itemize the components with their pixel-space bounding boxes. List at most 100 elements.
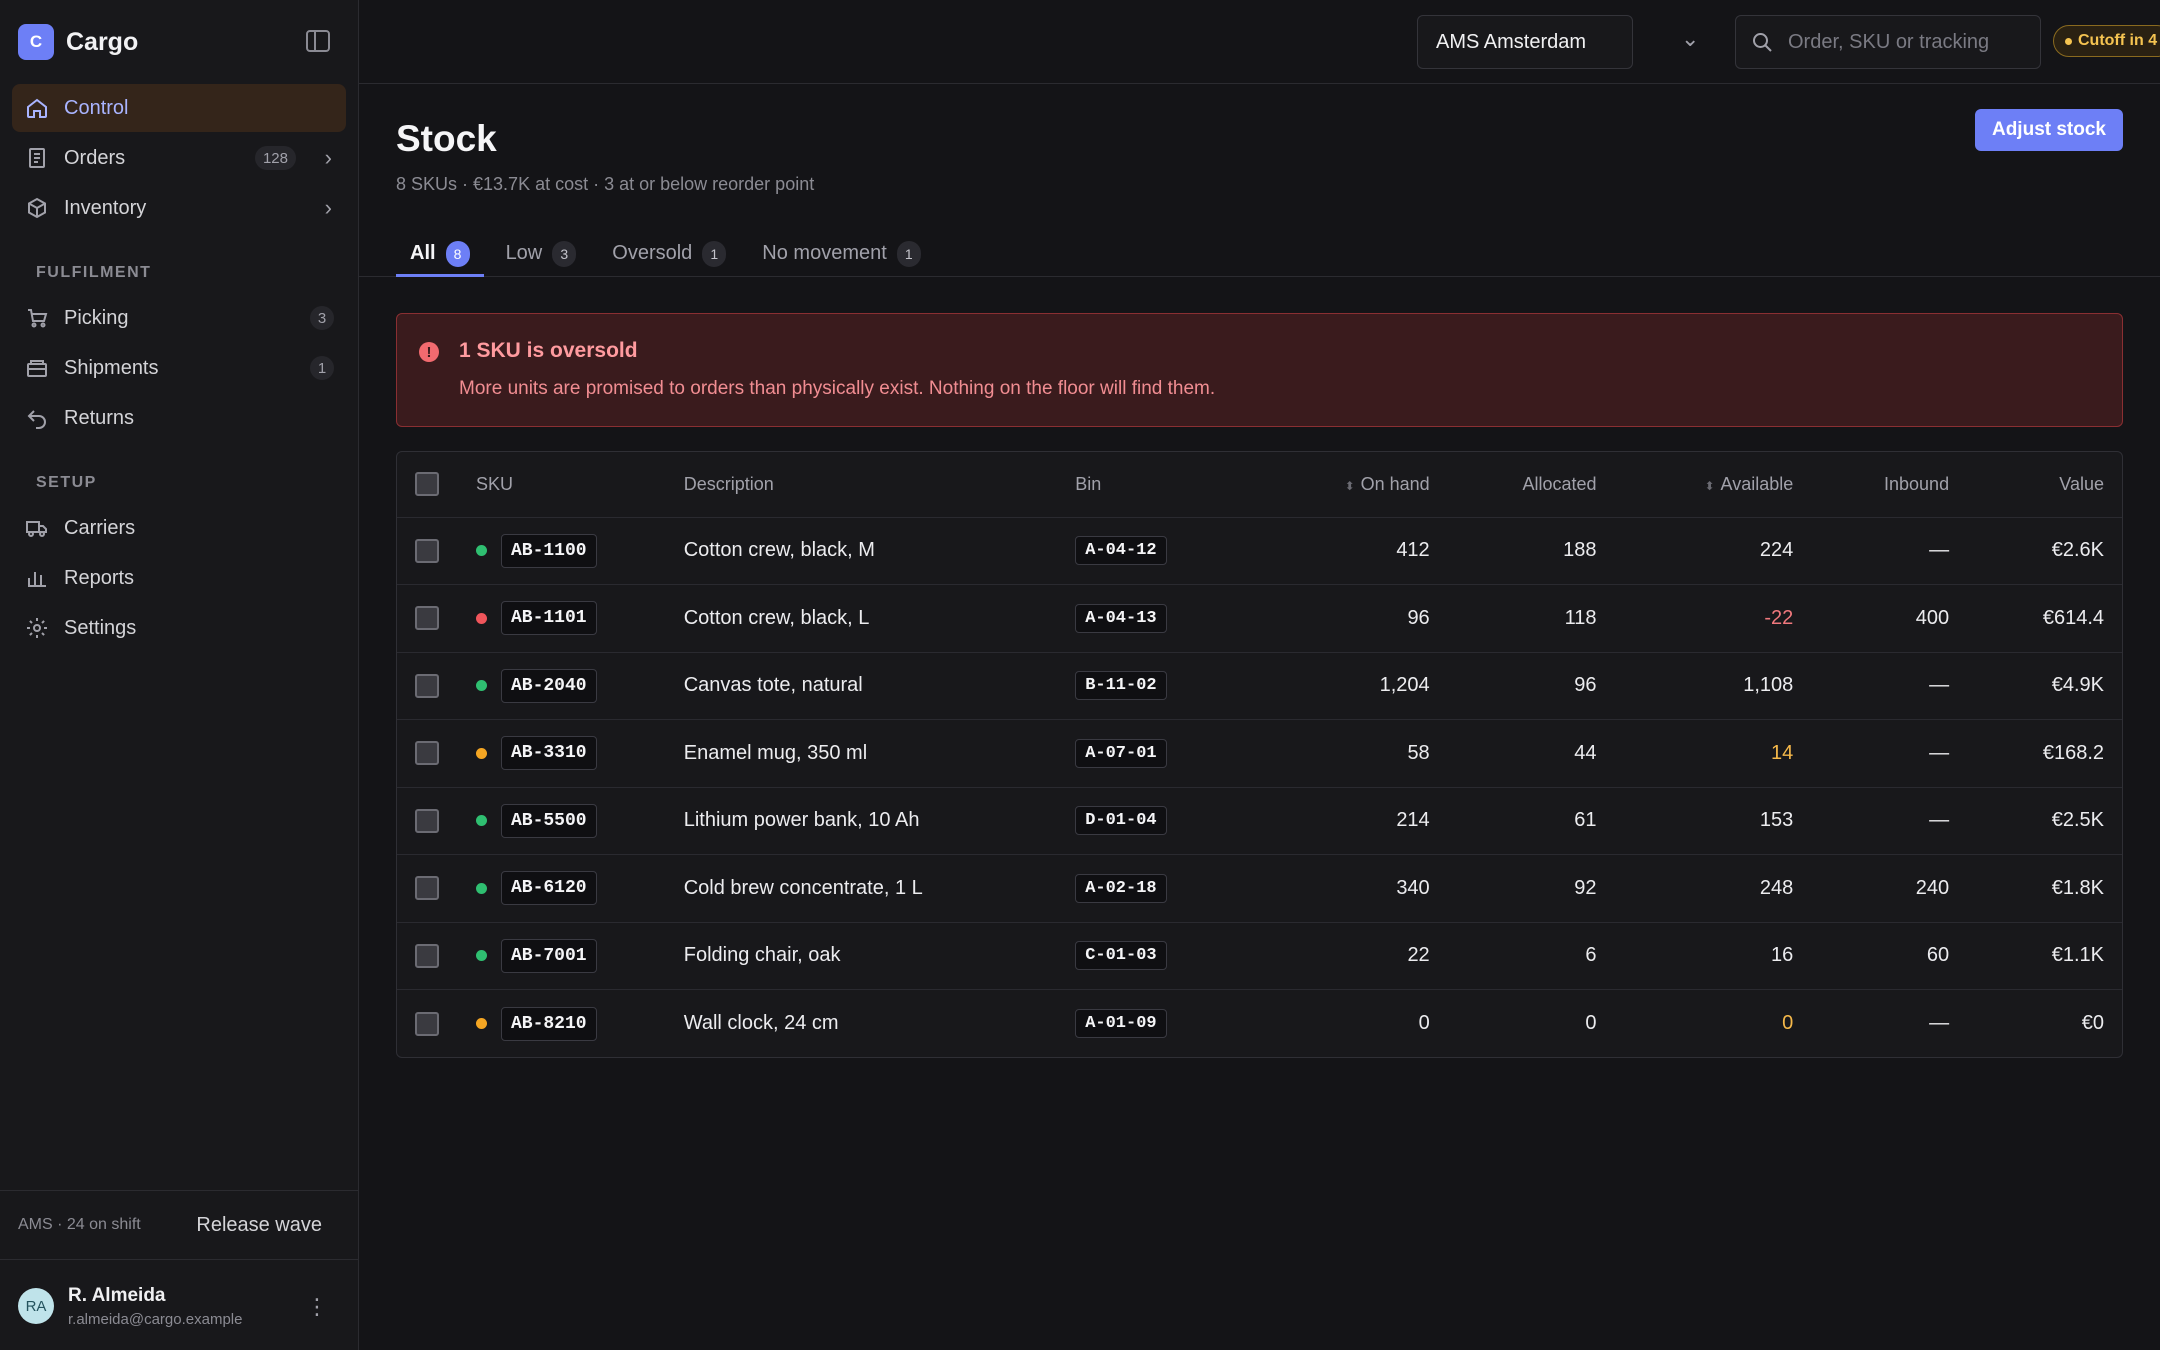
col-value[interactable]: Value (1949, 452, 2122, 517)
nav-item-picking[interactable]: Picking 3 (12, 294, 346, 342)
tab-all[interactable]: All 8 (396, 230, 484, 277)
brand[interactable]: C Cargo (0, 0, 358, 84)
sku-code[interactable]: AB-8210 (500, 1006, 597, 1041)
tab-oversold[interactable]: Oversold 1 (598, 230, 740, 277)
row-checkbox[interactable] (415, 876, 439, 901)
tab-count: 8 (445, 240, 470, 267)
topbar: AMS Amsterdam ⌄ Cutoff in 4 (359, 0, 2160, 84)
table-row[interactable]: AB-2040 Canvas tote, natural B-11-02 1,204 9… (397, 652, 2122, 720)
value-cell: €1.1K (2051, 944, 2104, 967)
allocated-cell: 188 (1563, 539, 1597, 562)
sku-code[interactable]: AB-6120 (500, 871, 597, 906)
status-dot (475, 747, 487, 759)
nav-item-orders[interactable]: Orders 128 › (12, 134, 346, 182)
allocated-cell: 96 (1574, 674, 1597, 697)
nav-item-shipments[interactable]: Shipments 1 (12, 344, 346, 392)
description-cell: Folding chair, oak (683, 944, 841, 967)
truck-icon (24, 515, 50, 541)
col-on-hand[interactable]: ⬍ On hand (1235, 452, 1430, 517)
nav-label: Shipments (64, 356, 159, 379)
sku-code[interactable]: AB-1100 (500, 533, 597, 568)
sku-code[interactable]: AB-7001 (500, 938, 597, 973)
status-dot (475, 545, 487, 557)
filter-tabs: All 8 Low 3 Oversold 1 No movement 1 (396, 230, 943, 277)
col-available[interactable]: ⬍ Available (1597, 452, 1793, 517)
row-checkbox[interactable] (415, 673, 439, 698)
tab-no-movement[interactable]: No movement 1 (748, 230, 935, 277)
table-row[interactable]: AB-7001 Folding chair, oak C-01-03 22 6 16 60 €… (397, 922, 2122, 990)
sort-icon: ⬍ (1704, 478, 1715, 493)
bin-code: A-02-18 (1075, 873, 1167, 903)
nav-label: Reports (64, 566, 135, 589)
description-cell: Lithium power bank, 10 Ah (683, 809, 920, 832)
more-vertical-icon[interactable]: ⋮ (306, 1294, 328, 1320)
on-hand-cell: 340 (1396, 876, 1430, 899)
stock-table: SKU Description Bin ⬍ On hand Allocated ⬍… (396, 451, 2123, 1058)
available-cell: 14 (1771, 741, 1794, 764)
inbound-cell: — (1929, 1012, 1950, 1034)
table-row[interactable]: AB-3310 Enamel mug, 350 ml A-07-01 58 44 14 — €… (397, 719, 2122, 788)
nav-item-settings[interactable]: Settings (12, 604, 346, 652)
page-subtitle: 8 SKUs · €13.7K at cost · 3 at or below … (396, 174, 815, 194)
table-row[interactable]: AB-5500 Lithium power bank, 10 Ah D-01-04 2… (397, 787, 2122, 855)
search-input[interactable] (1788, 30, 2018, 54)
select-all-checkbox[interactable] (415, 472, 439, 497)
user-card[interactable]: RA R. Almeida r.almeida@cargo.example ⋮ (0, 1262, 358, 1350)
row-checkbox[interactable] (415, 808, 439, 833)
tab-low[interactable]: Low 3 (492, 230, 591, 277)
available-cell: 153 (1759, 809, 1794, 832)
adjust-stock-button[interactable]: Adjust stock (1975, 109, 2123, 151)
status-dot (475, 612, 487, 624)
main-content: AMS Amsterdam ⌄ Cutoff in 4 Stock 8 SKUs… (359, 0, 2160, 1350)
table-header: SKU Description Bin ⬍ On hand Allocated ⬍… (397, 452, 2122, 517)
tab-label: Oversold (612, 242, 693, 264)
allocated-cell: 44 (1574, 741, 1597, 764)
value-cell: €4.9K (2051, 674, 2104, 697)
search-box[interactable] (1735, 15, 2041, 69)
nav-item-inventory[interactable]: Inventory › (12, 184, 346, 232)
nav-label: Settings (64, 616, 137, 639)
on-hand-cell: 58 (1407, 741, 1430, 764)
col-bin[interactable]: Bin (1075, 452, 1235, 517)
status-dot (475, 882, 487, 894)
nav-label: Carriers (64, 516, 136, 539)
nav-item-carriers[interactable]: Carriers (12, 504, 346, 552)
status-dot (475, 1018, 487, 1029)
description-cell: Cotton crew, black, L (683, 606, 870, 629)
inbound-cell: 60 (1926, 944, 1950, 967)
table-row[interactable]: AB-6120 Cold brew concentrate, 1 L A-02-18… (397, 854, 2122, 923)
table-row[interactable]: AB-1100 Cotton crew, black, M A-04-12 412 18… (397, 517, 2122, 585)
allocated-cell: 61 (1574, 809, 1597, 832)
nav-item-returns[interactable]: Returns (12, 394, 346, 442)
nav-section-fulfilment: FULFILMENT (36, 264, 152, 281)
row-checkbox[interactable] (415, 741, 439, 766)
chevron-down-icon[interactable]: ⌄ (1681, 26, 1699, 52)
col-allocated[interactable]: Allocated (1430, 452, 1596, 517)
bin-code: A-04-13 (1075, 603, 1167, 633)
sku-code[interactable]: AB-3310 (500, 736, 597, 771)
user-name: R. Almeida (68, 1284, 166, 1306)
nav-item-control[interactable]: Control (12, 84, 346, 132)
row-checkbox[interactable] (415, 943, 439, 968)
bar-chart-icon (24, 565, 50, 591)
col-sku[interactable]: SKU (455, 452, 684, 517)
on-hand-cell: 412 (1396, 539, 1430, 562)
sku-code[interactable]: AB-2040 (500, 668, 597, 703)
nav-item-reports[interactable]: Reports (12, 554, 346, 602)
row-checkbox[interactable] (415, 538, 439, 563)
table-row[interactable]: AB-8210 Wall clock, 24 cm A-01-09 0 0 0 — €0 (397, 989, 2122, 1058)
col-description[interactable]: Description (684, 452, 1075, 517)
status-dot (475, 680, 487, 692)
site-select[interactable]: AMS Amsterdam (1417, 15, 1633, 69)
row-checkbox[interactable] (415, 1011, 439, 1036)
sku-code[interactable]: AB-1101 (500, 601, 597, 636)
value-cell: €2.5K (2051, 809, 2104, 832)
sku-code[interactable]: AB-5500 (500, 803, 597, 838)
sidebar-toggle-icon[interactable] (306, 30, 330, 52)
row-checkbox[interactable] (415, 606, 439, 631)
chevron-right-icon: › (324, 195, 332, 220)
release-wave-button[interactable]: Release wave (196, 1214, 340, 1237)
col-inbound[interactable]: Inbound (1793, 452, 1949, 517)
sidebar-footer: AMS · 24 on shift Release wave (0, 1190, 358, 1260)
table-row[interactable]: AB-1101 Cotton crew, black, L A-04-13 96 118… (397, 584, 2122, 653)
